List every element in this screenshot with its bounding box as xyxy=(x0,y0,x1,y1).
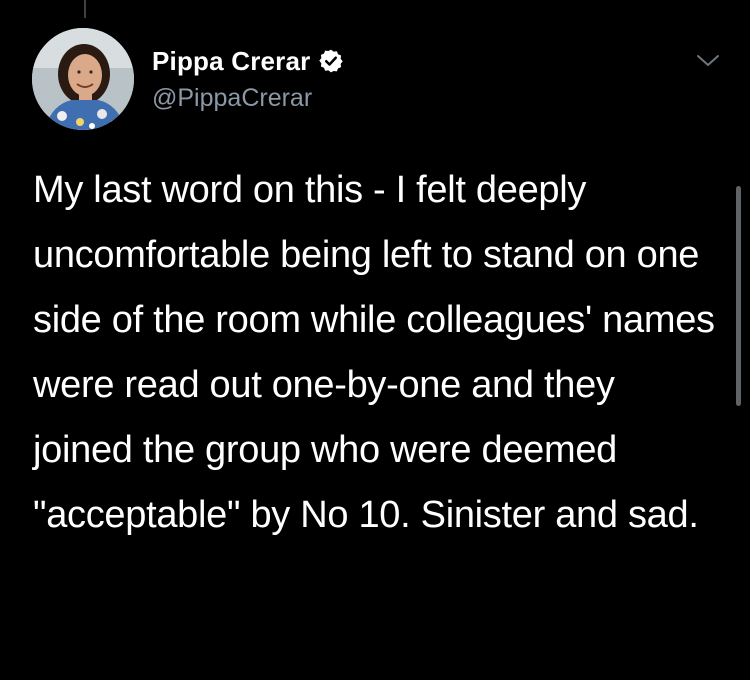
avatar[interactable] xyxy=(32,28,134,130)
tweet-text: My last word on this - I felt deeply unc… xyxy=(33,169,726,536)
author-handle[interactable]: @PippaCrerar xyxy=(152,84,312,113)
author-display-name[interactable]: Pippa Crerar xyxy=(152,46,310,77)
thread-connector-line xyxy=(84,0,86,18)
verified-badge-icon xyxy=(318,48,344,74)
chevron-down-icon[interactable] xyxy=(694,50,722,70)
author-name-row: Pippa Crerar xyxy=(152,44,344,78)
profile-photo-icon xyxy=(32,28,134,130)
scrollbar[interactable] xyxy=(736,186,741,406)
